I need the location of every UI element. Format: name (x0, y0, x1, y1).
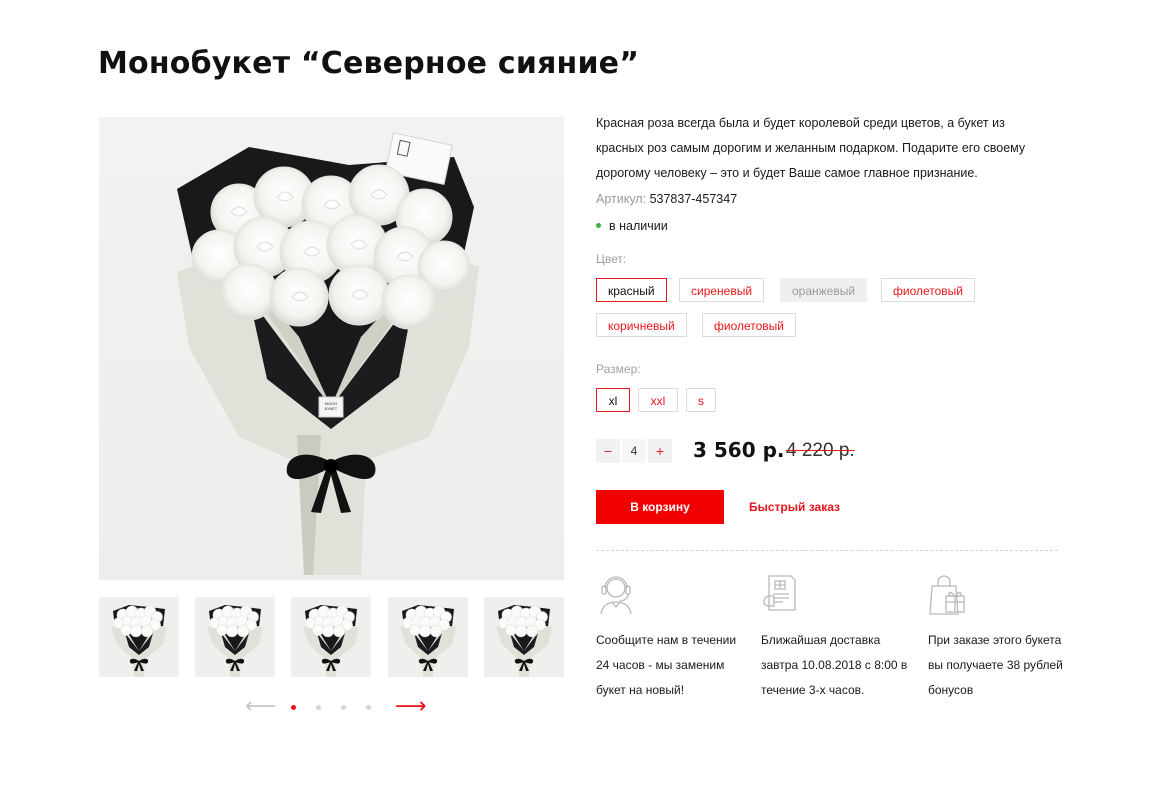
add-to-cart-button[interactable]: В корзину (596, 490, 724, 524)
product-page: Монобукет “Северное сияние” МОНО БУКЕТ ⟵… (0, 0, 1160, 807)
prev-arrow-icon[interactable]: ⟵ (245, 696, 277, 718)
color-option-brown[interactable]: коричневый (596, 313, 687, 337)
color-label: Цвет: (596, 252, 627, 266)
gallery-pagination: ⟵ ⟶ (245, 696, 427, 719)
thumbnail-bouquet-image (400, 605, 456, 677)
decrease-quantity-button[interactable]: − (596, 439, 620, 463)
feature-text: При заказе этого букета вы получаете 38 … (928, 633, 1063, 697)
quantity-value[interactable]: 4 (622, 439, 646, 463)
stock-text: в наличии (609, 219, 668, 233)
feature-delivery: Ближайшая доставка завтра 10.08.2018 с 8… (761, 572, 911, 703)
next-arrow-icon[interactable]: ⟶ (395, 696, 427, 718)
color-option-orange: оранжевый (780, 278, 868, 302)
delivery-document-icon (763, 575, 796, 611)
color-option-lilac[interactable]: сиреневый (679, 278, 765, 302)
stock-status: в наличии (596, 219, 668, 233)
main-product-photo[interactable]: МОНО БУКЕТ (99, 117, 564, 580)
color-option-violet[interactable]: фиолетовый (881, 278, 976, 302)
page-title: Монобукет “Северное сияние” (98, 46, 640, 81)
current-price: 3 560 р. (693, 438, 785, 462)
thumbnail[interactable] (99, 597, 179, 677)
package-tag-text: МОНО БУКЕТ (324, 401, 338, 411)
pagination-dot[interactable] (341, 705, 346, 710)
thumbnail[interactable] (291, 597, 371, 677)
thumbnail[interactable] (484, 597, 564, 677)
headset-operator-icon (600, 576, 632, 615)
size-option-s[interactable]: s (686, 388, 716, 412)
thumbnail-bouquet-image (111, 605, 167, 677)
thumbnail[interactable] (195, 597, 275, 677)
thumbnail[interactable] (388, 597, 468, 677)
color-option-violet-2[interactable]: фиолетовый (702, 313, 797, 337)
pagination-dot[interactable] (291, 705, 296, 710)
feature-bonus: При заказе этого букета вы получаете 38 … (928, 572, 1078, 703)
color-option-red[interactable]: красный (596, 278, 667, 302)
size-option-xl[interactable]: xl (596, 388, 630, 412)
old-price: 4 220 р. (786, 440, 855, 461)
gift-bag-icon (929, 575, 965, 615)
increase-quantity-button[interactable]: + (648, 439, 672, 463)
thumbnail-bouquet-image (303, 605, 359, 677)
size-label: Размер: (596, 362, 641, 376)
thumbnail-strip (99, 597, 564, 677)
feature-text: Ближайшая доставка завтра 10.08.2018 с 8… (761, 633, 908, 697)
product-description: Красная роза всегда была и будет королев… (596, 116, 1026, 180)
pagination-dot[interactable] (366, 705, 371, 710)
in-stock-dot-icon (596, 223, 601, 229)
size-option-xxl[interactable]: xxl (638, 388, 678, 412)
feature-replacement: Сообщите нам в течении 24 часов - мы зам… (596, 572, 746, 703)
thumbnail-bouquet-image (207, 605, 263, 677)
thumbnail-bouquet-image (496, 605, 552, 677)
bouquet-image (177, 132, 479, 575)
sku: Артикул: 537837-457347 (596, 192, 737, 206)
sku-value: 537837-457347 (649, 192, 738, 206)
quick-order-link[interactable]: Быстрый заказ (749, 500, 840, 514)
feature-text: Сообщите нам в течении 24 часов - мы зам… (596, 633, 737, 697)
sku-label: Артикул: (596, 192, 647, 206)
divider (596, 550, 1058, 551)
pagination-dot[interactable] (316, 705, 321, 710)
